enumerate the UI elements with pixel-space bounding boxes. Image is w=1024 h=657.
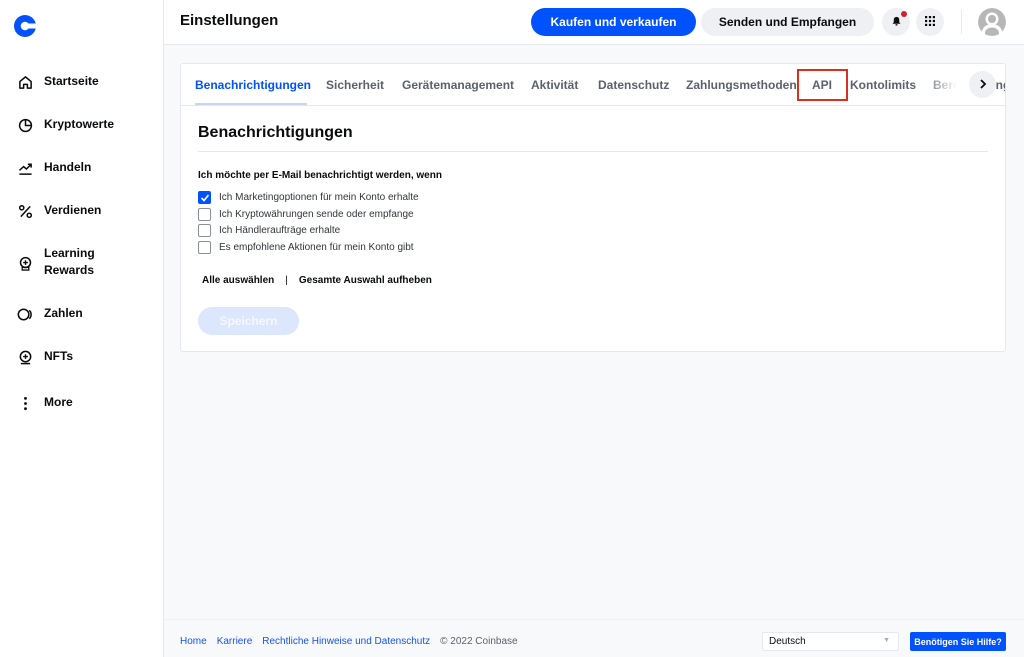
header-divider: [961, 10, 962, 34]
chevron-down-icon: ▼: [883, 637, 890, 644]
chevron-right-icon: [979, 76, 987, 94]
option-label: Es empfohlene Aktionen für mein Konto gi…: [219, 242, 414, 253]
option-label: Ich Händleraufträge erhalte: [219, 225, 341, 236]
checkmark-icon: [200, 193, 209, 202]
sidebar-item-label: NFTs: [44, 349, 74, 363]
more-vertical-icon: [17, 395, 33, 411]
option-label: Ich Marketingoptionen für mein Konto erh…: [219, 192, 419, 203]
deselect-all-link[interactable]: Gesamte Auswahl aufheben: [299, 275, 432, 286]
percent-icon: [17, 203, 33, 219]
sidebar-item-label: Handeln: [44, 160, 92, 174]
bell-icon: [891, 13, 902, 31]
tab-sicherheit[interactable]: Sicherheit: [326, 78, 384, 92]
sidebar-item-label-line2: Rewards: [44, 263, 95, 277]
save-button[interactable]: Speichern: [198, 307, 299, 335]
pay-icon: [17, 306, 33, 322]
buy-sell-button[interactable]: Kaufen und verkaufen: [531, 8, 696, 36]
option-recommended-actions[interactable]: Es empfohlene Aktionen für mein Konto gi…: [198, 241, 414, 254]
email-notification-question: Ich möchte per E-Mail benachrichtigt wer…: [198, 170, 442, 181]
checkbox-trader-orders[interactable]: [198, 224, 211, 237]
active-tab-indicator: [195, 103, 307, 105]
checkbox-recommended-actions[interactable]: [198, 241, 211, 254]
section-title: Benachrichtigungen: [198, 124, 353, 141]
footer-link-legal-privacy[interactable]: Rechtliche Hinweise und Datenschutz: [262, 636, 430, 647]
help-button[interactable]: Benötigen Sie Hilfe?: [910, 632, 1006, 651]
checkbox-crypto-send-receive[interactable]: [198, 208, 211, 221]
sidebar-item-label: Startseite: [44, 74, 99, 88]
bulk-select-links: Alle auswählen | Gesamte Auswahl aufhebe…: [202, 275, 432, 286]
language-select[interactable]: Deutsch ▼: [762, 632, 899, 651]
sidebar-item-nfts[interactable]: NFTs: [0, 347, 163, 367]
send-receive-button[interactable]: Senden und Empfangen: [701, 8, 874, 36]
checkbox-marketing[interactable]: [198, 191, 211, 204]
tabs-scroll-right-button[interactable]: [969, 71, 996, 98]
tab-zahlungsmethoden[interactable]: Zahlungsmethoden: [686, 78, 797, 92]
sidebar-item-zahlen[interactable]: Zahlen: [0, 304, 163, 324]
sidebar-item-kryptowerte[interactable]: Kryptowerte: [0, 115, 163, 135]
sidebar-item-label: Verdienen: [44, 203, 102, 217]
notifications-button[interactable]: [882, 8, 910, 36]
option-crypto-send-receive[interactable]: Ich Kryptowährungen sende oder empfange: [198, 208, 414, 221]
sidebar-item-label: Learning Rewards: [44, 245, 95, 279]
tab-aktivitaet[interactable]: Aktivität: [531, 78, 578, 92]
link-separator: |: [285, 275, 288, 286]
top-header: Einstellungen Kaufen und verkaufen Sende…: [164, 0, 1024, 45]
option-marketing[interactable]: Ich Marketingoptionen für mein Konto erh…: [198, 191, 419, 204]
sidebar-item-verdienen[interactable]: Verdienen: [0, 201, 163, 221]
apps-menu-button[interactable]: [916, 8, 944, 36]
footer-links: Home Karriere Rechtliche Hinweise und Da…: [180, 636, 518, 647]
tab-api[interactable]: API: [812, 78, 832, 92]
trend-chart-icon: [17, 160, 33, 176]
tab-geraetemanagement[interactable]: Gerätemanagement: [402, 78, 514, 92]
learning-rewards-icon: [17, 255, 33, 271]
sidebar-item-startseite[interactable]: Startseite: [0, 72, 163, 92]
notification-badge: [901, 11, 907, 17]
sidebar-item-learning-rewards[interactable]: Learning Rewards: [0, 245, 163, 281]
copyright: © 2022 Coinbase: [440, 636, 518, 647]
sidebar-item-handeln[interactable]: Handeln: [0, 158, 163, 178]
pie-chart-icon: [17, 117, 33, 133]
select-all-link[interactable]: Alle auswählen: [202, 275, 274, 286]
option-label: Ich Kryptowährungen sende oder empfange: [219, 209, 414, 220]
home-icon: [17, 74, 33, 90]
page-title: Einstellungen: [180, 12, 279, 29]
sidebar-item-label: Zahlen: [44, 306, 83, 320]
grid-icon: [925, 13, 935, 31]
sidebar-item-label: More: [44, 395, 73, 409]
footer-link-careers[interactable]: Karriere: [217, 636, 253, 647]
settings-tabs: Benachrichtigungen Sicherheit Gerätemana…: [181, 64, 1005, 106]
user-avatar-icon[interactable]: [978, 8, 1006, 36]
nft-icon: [17, 349, 33, 365]
sidebar-item-more[interactable]: More: [0, 393, 163, 413]
tab-kontolimits[interactable]: Kontolimits: [850, 78, 916, 92]
section-divider: [198, 151, 988, 152]
tab-datenschutz[interactable]: Datenschutz: [598, 78, 669, 92]
settings-card: Benachrichtigungen Sicherheit Gerätemana…: [180, 63, 1006, 352]
tab-benachrichtigungen[interactable]: Benachrichtigungen: [195, 78, 311, 92]
language-value: Deutsch: [769, 636, 806, 647]
sidebar-item-label: Kryptowerte: [44, 117, 115, 131]
sidebar-item-label-line1: Learning: [44, 246, 95, 260]
footer: Home Karriere Rechtliche Hinweise und Da…: [164, 619, 1024, 657]
sidebar: Startseite Kryptowerte Handeln Verdienen…: [0, 0, 164, 657]
footer-link-home[interactable]: Home: [180, 636, 207, 647]
coinbase-logo[interactable]: [14, 15, 37, 37]
option-trader-orders[interactable]: Ich Händleraufträge erhalte: [198, 224, 340, 237]
